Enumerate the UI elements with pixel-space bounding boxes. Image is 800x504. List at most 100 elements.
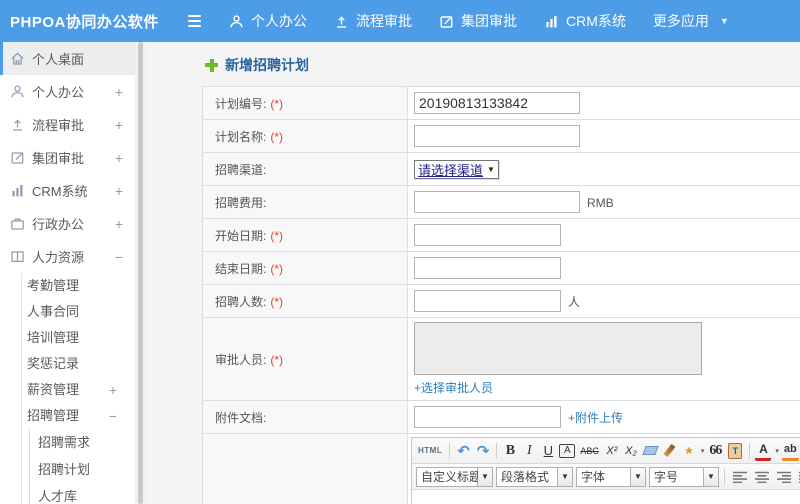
strikethrough-button[interactable]: ABC	[578, 441, 601, 461]
font-color-button[interactable]: A	[755, 441, 772, 461]
flow-icon	[13, 119, 22, 131]
end-date-input[interactable]	[414, 257, 561, 279]
sidebar-item-talent-pool[interactable]: 人才库	[30, 483, 135, 504]
caret-down-icon[interactable]: ▼	[704, 466, 719, 487]
underline-button[interactable]: U	[540, 441, 556, 461]
hamburger-icon[interactable]	[188, 15, 201, 27]
menu-workflow-approval[interactable]: 流程审批	[334, 11, 412, 31]
field-label: 招聘费用:	[215, 195, 267, 210]
editor-content-area[interactable]	[412, 490, 800, 504]
sidebar-item-personal-office[interactable]: 个人办公 +	[0, 75, 135, 108]
expand-toggle[interactable]: +	[109, 377, 117, 403]
italic-button[interactable]: I	[521, 441, 537, 461]
align-center-icon[interactable]	[752, 467, 771, 487]
sidebar-item-hr-contract[interactable]: 人事合同	[22, 299, 135, 325]
caret-down-icon[interactable]: ▼	[478, 466, 493, 487]
sidebar-item-training[interactable]: 培训管理	[22, 325, 135, 351]
field-label: 计划名称:	[215, 129, 267, 144]
briefcase-icon	[11, 218, 24, 230]
channel-select[interactable]: 请选择渠道 ▼	[414, 159, 499, 179]
plus-icon	[205, 58, 218, 72]
required-mark: (*)	[270, 352, 284, 367]
subscript-button[interactable]: X₂	[623, 441, 639, 461]
plan-no-input[interactable]	[414, 92, 580, 114]
blockquote-button[interactable]: 66	[707, 441, 723, 461]
expand-toggle[interactable]: +	[115, 216, 123, 232]
menu-crm[interactable]: CRM系统	[544, 11, 626, 31]
field-label: 附件文档:	[215, 410, 267, 425]
caret-down-icon[interactable]: ▾	[775, 447, 779, 455]
form-row-plan-no: 计划编号: (*)	[202, 86, 800, 120]
sidebar-item-salary[interactable]: 薪资管理 +	[22, 377, 135, 403]
approvers-textarea[interactable]	[414, 322, 702, 375]
cost-input[interactable]	[414, 191, 580, 213]
field-label: 计划编号:	[215, 96, 267, 111]
menu-personal-office[interactable]: 个人办公	[229, 11, 307, 31]
caret-down-icon[interactable]: ▼	[631, 466, 646, 487]
custom-title-combo[interactable]: 自定义标题 ▼	[416, 466, 493, 487]
required-mark: (*)	[270, 261, 284, 276]
scrollbar-thumb[interactable]	[138, 42, 143, 504]
paste-icon[interactable]	[728, 442, 743, 459]
bold-button[interactable]: B	[502, 441, 518, 461]
autotypeset-button[interactable]: A	[559, 443, 576, 458]
hr-submenu: 考勤管理 人事合同 培训管理 奖惩记录 薪资管理 + 招聘管理 − 招聘需求 招聘计…	[21, 273, 135, 504]
editor-toolbar-row1: HTML B I U A ABC X² X₂ ▾	[412, 438, 800, 464]
menu-group-approval[interactable]: 集团审批	[439, 11, 517, 31]
sidebar-item-attendance[interactable]: 考勤管理	[22, 273, 135, 299]
align-right-icon[interactable]	[774, 467, 793, 487]
start-date-input[interactable]	[414, 224, 561, 246]
expand-toggle[interactable]: +	[115, 117, 123, 133]
form-row-content: HTML B I U A ABC X² X₂ ▾	[202, 433, 800, 504]
font-family-combo[interactable]: 字体 ▼	[576, 466, 646, 487]
attachment-input[interactable]	[414, 406, 561, 428]
recruit-submenu: 招聘需求 招聘计划 人才库	[29, 429, 135, 504]
sidebar-item-crm[interactable]: CRM系统 +	[0, 174, 135, 207]
page-title: 新增招聘计划	[205, 55, 309, 75]
rich-text-editor: HTML B I U A ABC X² X₂ ▾	[411, 437, 800, 504]
sidebar-item-hr[interactable]: 人力资源 −	[0, 240, 135, 273]
undo-icon[interactable]	[455, 441, 472, 461]
menu-more-apps[interactable]: 更多应用 ▼	[653, 11, 729, 31]
required-mark: (*)	[270, 129, 284, 144]
caret-down-icon[interactable]: ▾	[701, 447, 705, 455]
sidebar-item-group-approval[interactable]: 集团审批 +	[0, 141, 135, 174]
align-justify-icon[interactable]	[796, 467, 800, 487]
sidebar-item-workflow-approval[interactable]: 流程审批 +	[0, 108, 135, 141]
sidebar-item-rewards[interactable]: 奖惩记录	[22, 351, 135, 377]
clean-format-icon[interactable]	[663, 443, 676, 458]
sidebar-scrollbar[interactable]	[135, 42, 146, 504]
format-painter-icon[interactable]	[681, 441, 697, 461]
form-row-approvers: 审批人员: (*) +选择审批人员	[202, 317, 800, 401]
expand-toggle[interactable]: +	[115, 183, 123, 199]
user-icon	[11, 85, 24, 98]
expand-toggle[interactable]: +	[115, 150, 123, 166]
headcount-input[interactable]	[414, 290, 561, 312]
sidebar-item-desktop[interactable]: 个人桌面	[0, 42, 135, 75]
top-menu: 个人办公 流程审批 集团审批 CRM系统 更多应用 ▼	[229, 11, 756, 31]
eraser-icon[interactable]	[642, 446, 659, 455]
expand-toggle[interactable]: −	[115, 249, 123, 265]
source-code-button[interactable]: HTML	[416, 441, 444, 461]
field-label: 审批人员:	[215, 352, 267, 367]
plan-name-input[interactable]	[414, 125, 580, 147]
expand-toggle[interactable]: −	[109, 403, 117, 429]
back-color-button[interactable]: ab	[781, 441, 799, 461]
select-approvers-link[interactable]: +选择审批人员	[414, 381, 493, 395]
sidebar-item-admin-office[interactable]: 行政办公 +	[0, 207, 135, 240]
edit-icon	[11, 152, 24, 164]
paragraph-format-combo[interactable]: 段落格式 ▼	[496, 466, 573, 487]
sidebar-item-recruit-demand[interactable]: 招聘需求	[30, 429, 135, 456]
edit-icon	[440, 15, 453, 28]
caret-down-icon[interactable]: ▼	[558, 466, 573, 487]
required-mark: (*)	[270, 294, 284, 309]
font-size-combo[interactable]: 字号 ▼	[649, 466, 719, 487]
sidebar-item-recruit-mgmt[interactable]: 招聘管理 −	[22, 403, 135, 429]
align-left-icon[interactable]	[730, 467, 749, 487]
expand-toggle[interactable]: +	[115, 84, 123, 100]
redo-icon[interactable]	[475, 441, 492, 461]
superscript-button[interactable]: X²	[604, 441, 620, 461]
attachment-upload-link[interactable]: +附件上传	[568, 411, 623, 425]
main-content: 新增招聘计划 计划编号:(*) 计划名称:(*) 招聘渠道: 请选择渠道 ▼ 招…	[146, 42, 800, 504]
sidebar-item-recruit-plan[interactable]: 招聘计划	[30, 456, 135, 483]
